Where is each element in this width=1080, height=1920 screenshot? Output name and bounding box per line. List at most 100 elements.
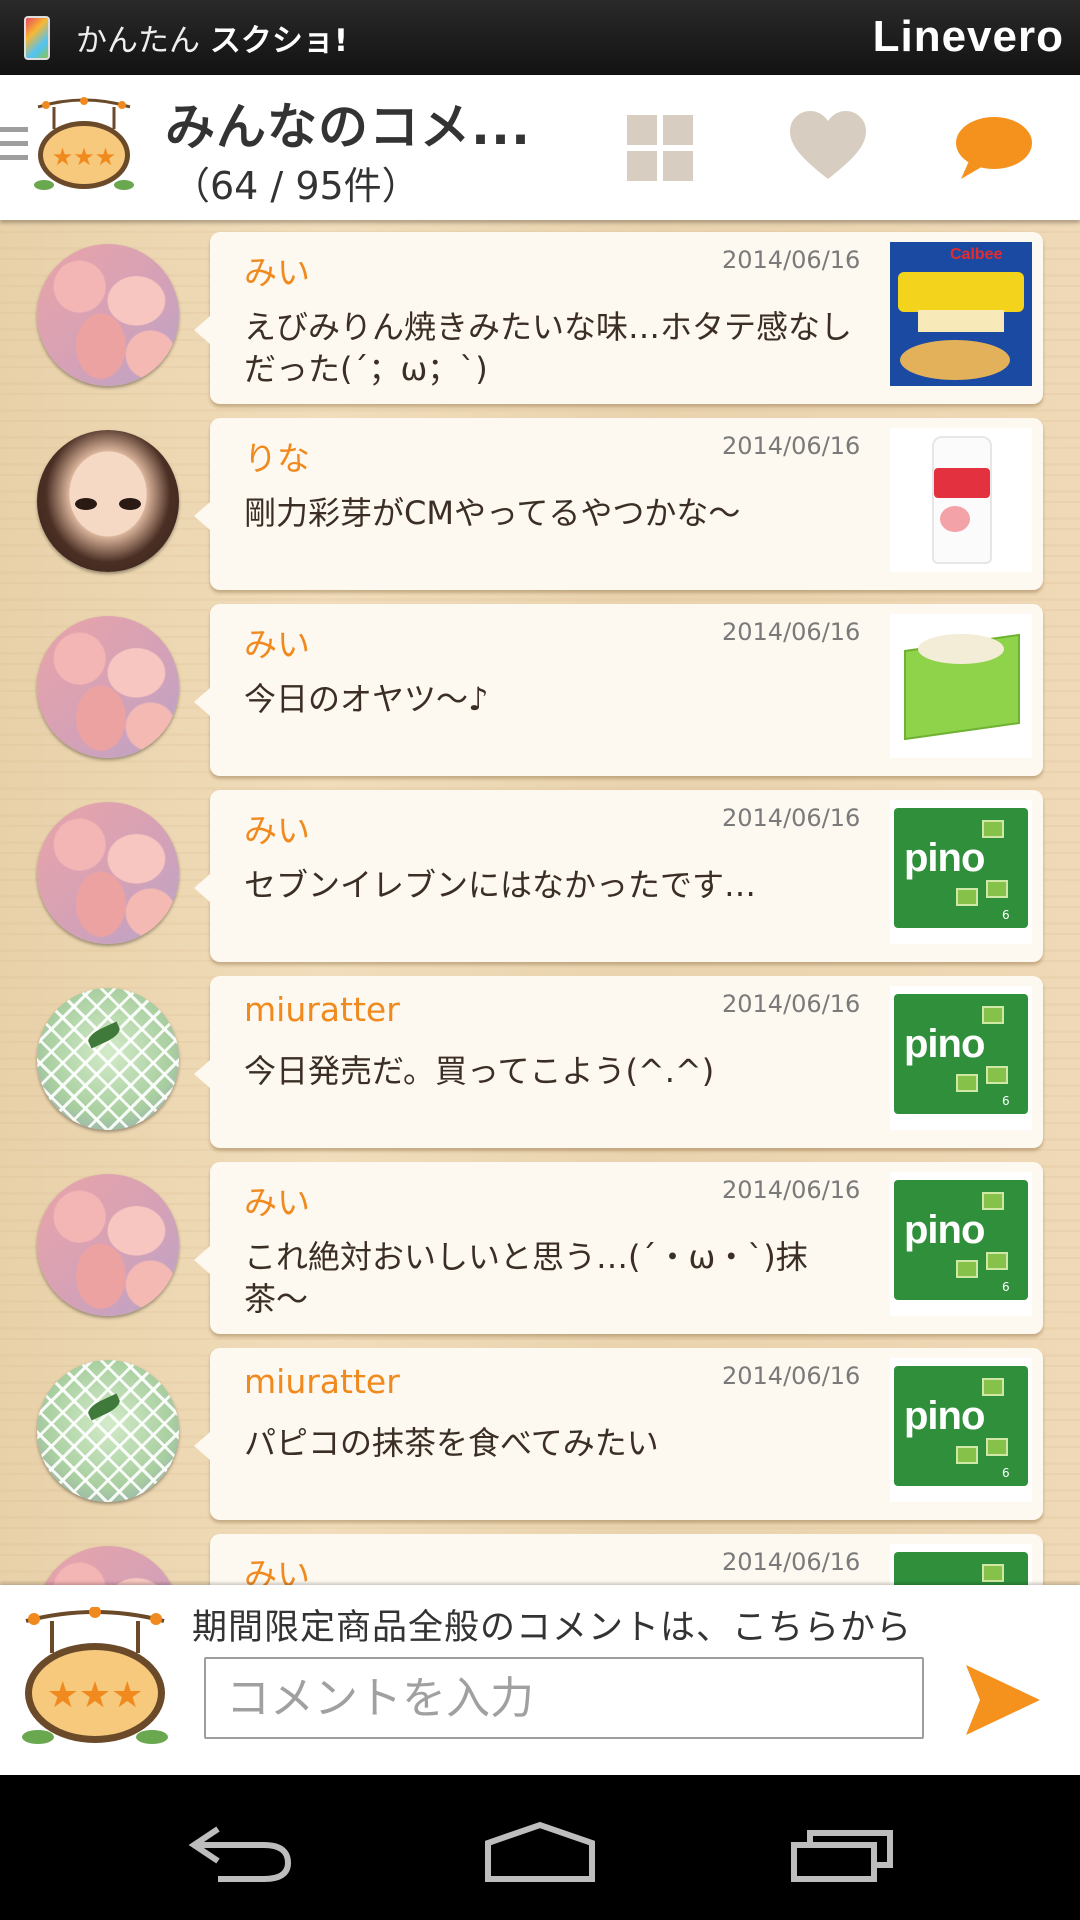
pino-piece-graphic bbox=[956, 1260, 978, 1278]
pino-piece-graphic bbox=[982, 1192, 1004, 1210]
avatar-leaf bbox=[85, 1021, 123, 1049]
pino-piece-graphic bbox=[956, 1074, 978, 1092]
list-item[interactable]: miuratter 2014/06/16 今日発売だ。買ってこよう(^.^) p… bbox=[0, 976, 1080, 1152]
svg-text:★★★: ★★★ bbox=[52, 143, 117, 171]
product-thumbnail[interactable]: Calbee bbox=[890, 242, 1032, 386]
list-item[interactable]: みい 2014/06/16 これ絶対おいしいと思う…(´・ω・`)抹茶〜 pin… bbox=[0, 1162, 1080, 1338]
icecream-lid-graphic bbox=[918, 634, 1004, 664]
comment-text: セブンイレブンにはなかったです… bbox=[244, 866, 757, 904]
comment-bubble: みい 2014/06/16 セブンイレブンにはなかったです… pino 6 bbox=[194, 790, 1043, 962]
pino-logo: pino bbox=[904, 1394, 985, 1438]
comment-bubble: miuratter 2014/06/16 パピコの抹茶を食べてみたい pino … bbox=[194, 1348, 1043, 1520]
comment-input[interactable] bbox=[204, 1657, 924, 1739]
avatar-eye bbox=[75, 498, 97, 510]
yogurt-cup-graphic bbox=[932, 436, 992, 564]
product-thumbnail[interactable]: pino 6 bbox=[890, 1358, 1032, 1502]
comment-bubble: miuratter 2014/06/16 今日発売だ。買ってこよう(^.^) p… bbox=[194, 976, 1043, 1148]
comment-text: 剛力彩芽がCMやってるやつかな〜 bbox=[244, 494, 741, 532]
pino-piece-graphic bbox=[986, 1066, 1008, 1084]
chips-flavor-graphic bbox=[918, 310, 1004, 332]
list-item[interactable]: miuratter 2014/06/16 パピコの抹茶を食べてみたい pino … bbox=[0, 1348, 1080, 1524]
comment-date: 2014/06/16 bbox=[722, 804, 861, 832]
sign-logo-icon[interactable]: ★★★ bbox=[32, 97, 136, 197]
comment-author[interactable]: みい bbox=[244, 804, 310, 852]
product-thumbnail[interactable] bbox=[890, 428, 1032, 572]
yogurt-fruit-graphic bbox=[940, 506, 970, 532]
pino-piece-graphic bbox=[982, 1378, 1004, 1396]
pino-piece-graphic bbox=[986, 880, 1008, 898]
menu-icon[interactable] bbox=[0, 127, 28, 169]
pino-piece-graphic bbox=[982, 1006, 1004, 1024]
avatar[interactable] bbox=[37, 616, 179, 758]
list-item[interactable]: りな 2014/06/16 剛力彩芽がCMやってるやつかな〜 bbox=[0, 418, 1080, 594]
pino-logo: pino bbox=[904, 836, 985, 880]
product-thumbnail[interactable]: pino 6 bbox=[890, 800, 1032, 944]
comment-feed[interactable]: みい 2014/06/16 えびみりん焼きみたいな味…ホタテ感なしだった(´；ω… bbox=[0, 220, 1080, 1585]
recent-apps-icon[interactable] bbox=[790, 1821, 896, 1883]
chips-plate-graphic bbox=[900, 340, 1010, 380]
comment-date: 2014/06/16 bbox=[722, 1176, 861, 1204]
product-thumbnail[interactable] bbox=[890, 1544, 1032, 1585]
app-header: ★★★ みんなのコメ... （64 / 95件） bbox=[0, 75, 1080, 220]
avatar[interactable] bbox=[37, 430, 179, 572]
grid-icon[interactable] bbox=[627, 115, 693, 181]
comment-bubble: みい 2014/06/16 bbox=[210, 1534, 1043, 1585]
pino-count: 6 bbox=[1002, 908, 1010, 922]
comment-text: えびみりん焼きみたいな味…ホタテ感なしだった(´；ω；`) bbox=[244, 308, 853, 388]
list-item[interactable]: みい 2014/06/16 セブンイレブンにはなかったです… pino 6 bbox=[0, 790, 1080, 966]
avatar[interactable] bbox=[37, 1546, 179, 1585]
pino-count: 6 bbox=[1002, 1094, 1010, 1108]
avatar[interactable] bbox=[37, 1174, 179, 1316]
comment-author[interactable]: miuratter bbox=[244, 1362, 400, 1401]
list-item[interactable]: みい 2014/06/16 えびみりん焼きみたいな味…ホタテ感なしだった(´；ω… bbox=[0, 232, 1080, 408]
comment-author[interactable]: りな bbox=[244, 432, 310, 480]
comment-count: （64 / 95件） bbox=[172, 164, 420, 208]
comment-author[interactable]: みい bbox=[244, 246, 310, 294]
avatar[interactable] bbox=[37, 988, 179, 1130]
chat-icon[interactable] bbox=[955, 115, 1033, 181]
brand-logo: Linevero bbox=[873, 12, 1064, 62]
home-icon[interactable] bbox=[484, 1821, 596, 1883]
list-item[interactable]: みい 2014/06/16 今日のオヤツ〜♪ bbox=[0, 604, 1080, 780]
sign-logo-icon: ★★★ bbox=[22, 1607, 168, 1744]
comment-date: 2014/06/16 bbox=[722, 1362, 861, 1390]
avatar[interactable] bbox=[37, 244, 179, 386]
yogurt-label-graphic bbox=[934, 468, 990, 498]
comment-author[interactable]: miuratter bbox=[244, 990, 400, 1029]
comment-compose-bar: ★★★ 期間限定商品全般のコメントは、こちらから bbox=[0, 1585, 1080, 1775]
avatar[interactable] bbox=[37, 1360, 179, 1502]
comment-date: 2014/06/16 bbox=[722, 618, 861, 646]
pino-piece-graphic bbox=[956, 888, 978, 906]
comment-text: これ絶対おいしいと思う…(´・ω・`)抹茶〜 bbox=[244, 1238, 808, 1318]
comment-bubble: みい 2014/06/16 これ絶対おいしいと思う…(´・ω・`)抹茶〜 pin… bbox=[194, 1162, 1043, 1334]
chips-label-graphic bbox=[898, 272, 1024, 312]
system-nav-bar bbox=[0, 1775, 1080, 1920]
status-app-title: かんたん スクショ! bbox=[76, 15, 348, 60]
comment-bubble: みい 2014/06/16 今日のオヤツ〜♪ bbox=[194, 604, 1043, 776]
product-thumbnail[interactable]: pino 6 bbox=[890, 986, 1032, 1130]
chips-brand: Calbee bbox=[950, 246, 1003, 263]
pino-logo: pino bbox=[904, 1208, 985, 1252]
comment-author[interactable]: みい bbox=[244, 618, 310, 666]
status-app-bold: スクショ! bbox=[209, 23, 348, 59]
comment-author[interactable]: みい bbox=[244, 1176, 310, 1224]
pino-package-graphic bbox=[894, 1552, 1028, 1585]
avatar-eye bbox=[119, 498, 141, 510]
pino-piece-graphic bbox=[956, 1446, 978, 1464]
heart-icon[interactable] bbox=[790, 111, 866, 181]
pino-piece-graphic bbox=[986, 1438, 1008, 1456]
avatar[interactable] bbox=[37, 802, 179, 944]
product-thumbnail[interactable]: pino 6 bbox=[890, 1172, 1032, 1316]
comment-author[interactable]: みい bbox=[244, 1548, 310, 1585]
list-item[interactable]: みい 2014/06/16 bbox=[0, 1534, 1080, 1585]
pino-piece-graphic bbox=[982, 820, 1004, 838]
comment-text: 今日発売だ。買ってこよう(^.^) bbox=[244, 1052, 715, 1090]
comment-date: 2014/06/16 bbox=[722, 432, 861, 460]
brand-text: Linevero bbox=[872, 12, 1064, 61]
comment-date: 2014/06/16 bbox=[722, 246, 861, 274]
send-icon[interactable] bbox=[966, 1665, 1040, 1735]
status-app-prefix: かんたん bbox=[76, 23, 200, 59]
back-icon[interactable] bbox=[188, 1823, 292, 1883]
comment-bubble: りな 2014/06/16 剛力彩芽がCMやってるやつかな〜 bbox=[194, 418, 1043, 590]
product-thumbnail[interactable] bbox=[890, 614, 1032, 758]
